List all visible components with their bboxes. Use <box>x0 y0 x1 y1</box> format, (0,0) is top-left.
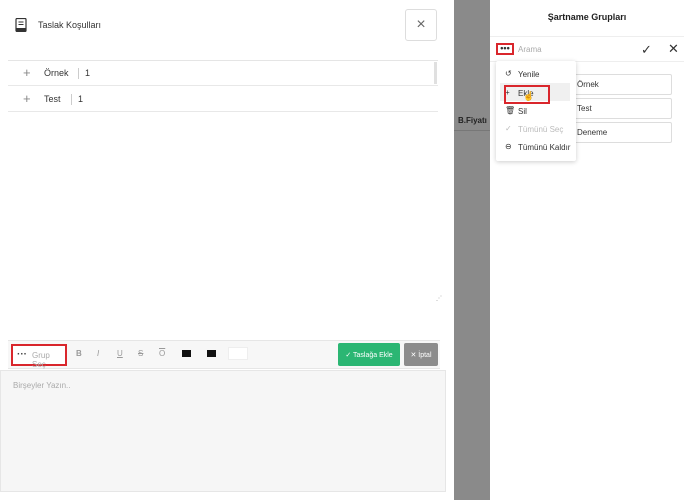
search-bar: ••• Arama ✓ ✕ <box>490 36 684 62</box>
group-item[interactable]: Test <box>570 98 672 119</box>
taslak-kosullari-modal: Taslak Koşulları × + Örnek 1 + Test 1 ⋰ … <box>0 0 454 500</box>
panel-title: Şartname Grupları <box>547 12 627 22</box>
menu-item-yenile[interactable]: ↺ Yenile <box>500 66 572 82</box>
actions-dropdown-menu: ↺ Yenile + Ekle 🗑 Sil ✓ Tümünü Seç ⊖ Tüm… <box>496 61 576 161</box>
condition-list: + Örnek 1 + Test 1 <box>8 60 438 300</box>
expand-plus-icon[interactable]: + <box>23 91 31 106</box>
modal-title: Taslak Koşulları <box>38 20 102 30</box>
menu-item-label: Tümünü Kaldır <box>518 143 571 152</box>
list-item[interactable]: + Örnek 1 <box>8 61 438 86</box>
group-item-label: Örnek <box>577 80 599 89</box>
menu-item-label: Sil <box>518 107 527 116</box>
group-select-label: Grup Seç <box>32 351 50 369</box>
strike-button[interactable]: S <box>138 349 143 358</box>
bold-button[interactable]: B <box>76 349 82 358</box>
expand-plus-icon[interactable]: + <box>23 65 31 80</box>
underline-button[interactable]: U <box>117 349 123 358</box>
text-editor[interactable]: Birşeyler Yazın.. <box>0 370 446 492</box>
confirm-check-icon[interactable]: ✓ <box>641 42 652 58</box>
minus-circle-icon: ⊖ <box>505 142 512 151</box>
backdrop-overlay <box>454 0 490 500</box>
color-picker-box[interactable] <box>228 347 248 360</box>
refresh-icon: ↺ <box>505 69 512 78</box>
add-to-draft-button[interactable]: ✓ Taslağa Ekle <box>338 343 400 366</box>
italic-button[interactable]: I <box>97 349 99 358</box>
list-item-divider <box>78 68 79 79</box>
menu-item-tumunu-sec[interactable]: ✓ Tümünü Seç <box>500 121 572 137</box>
list-scrollbar[interactable] <box>434 62 437 84</box>
cancel-button[interactable]: ✕ İptal <box>404 343 438 366</box>
group-item[interactable]: Deneme <box>570 122 672 143</box>
group-item-label: Test <box>577 104 592 113</box>
more-dots-icon: ··· <box>17 349 27 360</box>
list-item-divider <box>71 94 72 105</box>
modal-header: Taslak Koşulları × <box>0 0 454 50</box>
search-input[interactable]: Arama <box>518 45 542 54</box>
more-menu-button[interactable]: ••• <box>496 43 514 55</box>
text-color-swatch[interactable] <box>182 350 191 357</box>
editor-placeholder: Birşeyler Yazın.. <box>13 381 71 390</box>
close-icon[interactable]: ✕ <box>668 41 679 57</box>
list-item-count: 1 <box>78 94 84 104</box>
menu-item-label: Yenile <box>518 70 540 79</box>
resize-handle-icon[interactable]: ⋰ <box>436 295 442 302</box>
list-item-name: Test <box>44 94 61 104</box>
backdrop-divider <box>454 130 490 131</box>
menu-item-sil[interactable]: 🗑 Sil <box>500 103 572 119</box>
list-item[interactable]: + Test 1 <box>8 87 438 112</box>
menu-item-tumunu-kaldir[interactable]: ⊖ Tümünü Kaldır <box>500 139 572 155</box>
list-item-name: Örnek <box>44 68 69 78</box>
group-select-button[interactable]: ··· Grup Seç <box>11 344 67 369</box>
modal-close-button[interactable]: × <box>405 9 437 41</box>
background-color-swatch[interactable] <box>207 350 216 357</box>
overline-button[interactable]: O <box>159 349 165 358</box>
trash-icon: 🗑 <box>505 106 516 115</box>
column-header-label: B.Fiyatı <box>458 116 487 125</box>
list-item-count: 1 <box>85 68 91 78</box>
hand-cursor-icon: ☝ <box>523 91 535 101</box>
document-icon <box>15 18 27 32</box>
backdrop-column-header: B.Fiyatı <box>454 112 490 130</box>
check-circle-icon: ✓ <box>505 124 512 133</box>
menu-item-label: Tümünü Seç <box>518 125 564 134</box>
group-item-label: Deneme <box>577 128 608 137</box>
group-item[interactable]: Örnek <box>570 74 672 95</box>
editor-toolbar: ··· Grup Seç B I U S O ✓ Taslağa Ekle ✕ … <box>8 340 440 369</box>
